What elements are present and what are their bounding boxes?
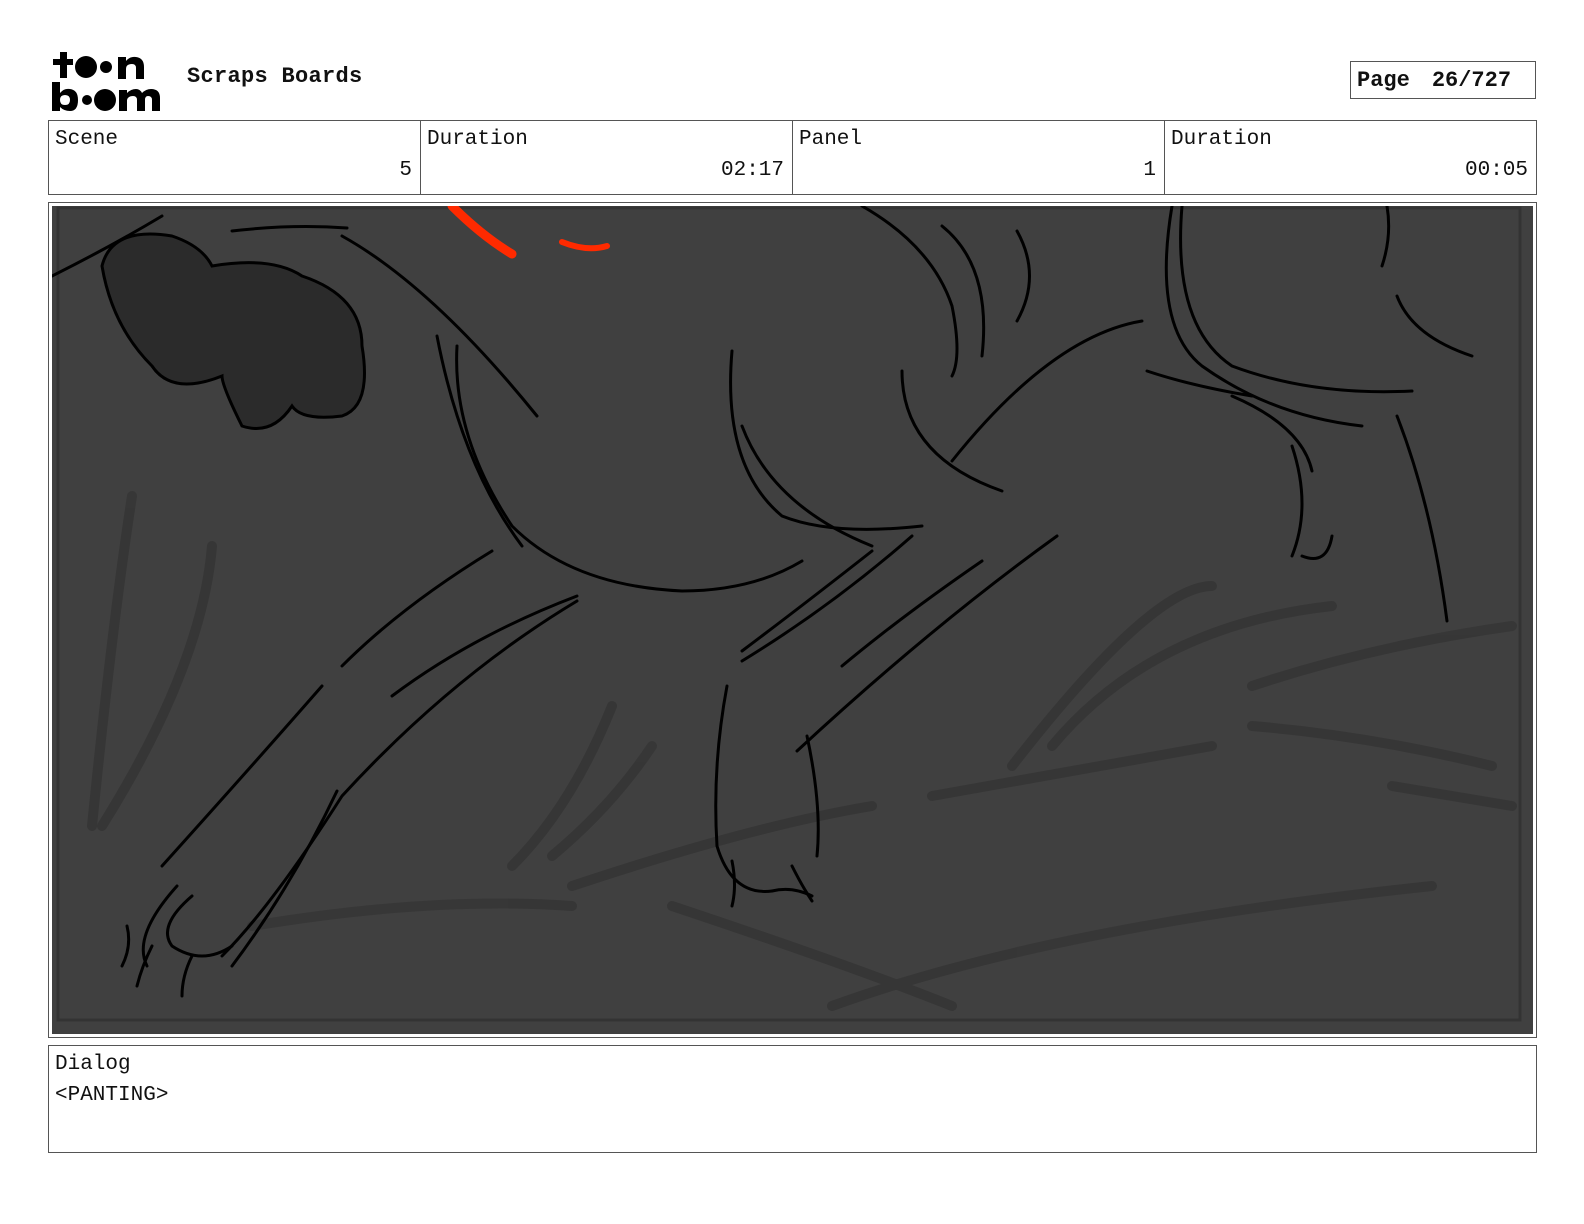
page-number: 26/727 [1431, 67, 1512, 93]
page-indicator: Page 26/727 [1350, 61, 1536, 99]
dialog-text: <PANTING> [55, 1084, 169, 1107]
panel-label: Panel [799, 128, 863, 151]
scene-value: 5 [399, 159, 412, 182]
scene-duration-value: 02:17 [720, 159, 784, 182]
panel-info-row: Scene 5 Duration 02:17 Panel 1 Duration … [48, 120, 1537, 195]
panel-cell: Panel 1 [793, 121, 1165, 194]
storyboard-panel-image [52, 206, 1533, 1034]
toon-boom-logo [52, 52, 160, 111]
dialog-box: Dialog <PANTING> [48, 1045, 1537, 1153]
scene-cell: Scene 5 [49, 121, 421, 194]
scene-duration-cell: Duration 02:17 [421, 121, 793, 194]
panel-duration-cell: Duration 00:05 [1165, 121, 1536, 194]
panel-value: 1 [1143, 159, 1156, 182]
sketch-drawing [52, 206, 1533, 1034]
project-title: Scraps Boards [187, 64, 363, 89]
page-label: Page [1357, 67, 1410, 93]
panel-duration-value: 00:05 [1464, 159, 1528, 182]
dialog-label: Dialog [55, 1053, 131, 1076]
scene-duration-label: Duration [427, 128, 528, 151]
scene-label: Scene [55, 128, 119, 151]
panel-duration-label: Duration [1171, 128, 1272, 151]
